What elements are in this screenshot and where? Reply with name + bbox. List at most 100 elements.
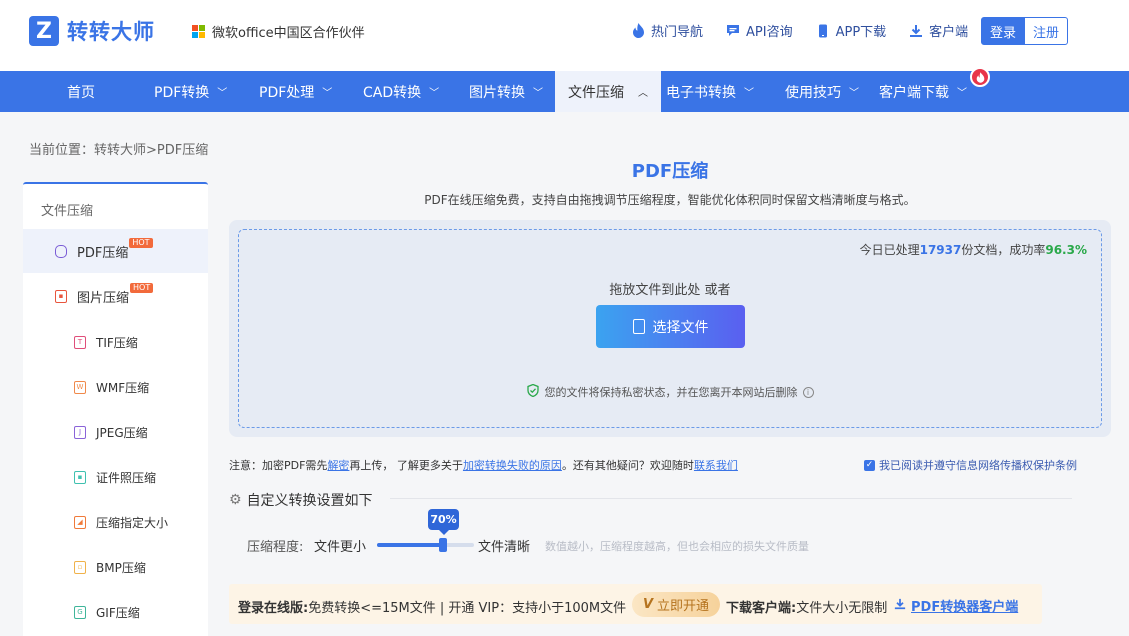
nav-item-image-convert[interactable]: 图片转换 ﹀ — [469, 71, 543, 112]
wmf-file-icon: W — [74, 380, 86, 394]
chevron-down-icon: ﹀ — [744, 88, 754, 99]
toplink-app[interactable]: APP下载 — [815, 21, 887, 40]
nav-item-cad-convert[interactable]: CAD转换 ﹀ — [363, 71, 439, 112]
nav-item-home[interactable]: 首页 — [67, 71, 95, 112]
nav-label: CAD转换 — [363, 84, 422, 101]
sidebar-item-label: 证件照压缩 — [96, 470, 157, 485]
open-vip-label: 立即开通 — [657, 599, 710, 614]
bmp-file-icon: ▫ — [74, 560, 86, 574]
top-links: 热门导航 API咨询 APP下载 客户端 — [630, 21, 990, 40]
sidebar-item-gif-compress[interactable]: G GIF压缩 — [23, 590, 208, 634]
sidebar-item-label: TIF压缩 — [96, 335, 138, 350]
upload-panel: 今日已处理17937份文档，成功率96.3% 拖放文件到此处 或者 选择文件 您… — [229, 220, 1111, 437]
client-download-link[interactable]: PDF转换器客户端 — [894, 596, 1018, 615]
drop-zone[interactable]: 今日已处理17937份文档，成功率96.3% 拖放文件到此处 或者 选择文件 您… — [238, 229, 1102, 428]
sidebar-item-size-compress[interactable]: ◢ 压缩指定大小 — [23, 500, 208, 544]
sidebar-title: 文件压缩 — [41, 204, 94, 219]
sidebar-item-wmf-compress[interactable]: W WMF压缩 — [23, 365, 208, 409]
choose-file-button[interactable]: 选择文件 — [596, 305, 745, 348]
slider-handle[interactable] — [439, 538, 447, 552]
logo-mark: Z — [29, 16, 59, 46]
notice-part: 。还有其他疑问？欢迎随时 — [561, 459, 694, 472]
slider-fill — [377, 543, 445, 547]
nav-item-client-download[interactable]: 客户端下载 ﹀ — [879, 71, 967, 112]
flame-icon — [970, 67, 990, 87]
tif-file-icon: T — [74, 335, 86, 349]
chevron-down-icon: ﹀ — [957, 88, 967, 99]
toplink-label: APP下载 — [835, 25, 887, 40]
download-icon — [894, 598, 906, 613]
toplink-api[interactable]: API咨询 — [725, 21, 793, 40]
agree-text: 我已阅读并遵守信息网络传播权保护条例 — [879, 459, 1077, 472]
compression-slider[interactable] — [377, 543, 474, 547]
sidebar-item-label: 压缩指定大小 — [96, 515, 169, 530]
page-title: PDF压缩 — [631, 161, 709, 182]
nav-label: 首页 — [67, 84, 95, 101]
sidebar-item-label: WMF压缩 — [96, 380, 150, 395]
sidebar-item-jpeg-compress[interactable]: J JPEG压缩 — [23, 410, 208, 454]
chevron-down-icon: ﹀ — [849, 88, 859, 99]
partner-text: 微软office中国区合作伙伴 — [212, 26, 365, 41]
toplink-client[interactable]: 客户端 — [908, 21, 968, 40]
nav-item-tips[interactable]: 使用技巧 ﹀ — [785, 71, 859, 112]
sidebar-item-bmp-compress[interactable]: ▫ BMP压缩 — [23, 545, 208, 589]
contact-us-link[interactable]: 联系我们 — [694, 459, 738, 472]
nav-label: PDF处理 — [259, 84, 315, 101]
sidebar-item-image-compress[interactable]: ▪ 图片压缩 HOT — [23, 274, 208, 318]
notice-part: 注意：加密PDF需先 — [229, 459, 328, 472]
pdf-icon — [55, 244, 67, 258]
phone-icon — [815, 23, 831, 39]
decrypt-link[interactable]: 解密 — [327, 459, 349, 472]
breadcrumb: 当前位置：转转大师>PDF压缩 — [29, 143, 209, 158]
slider-value-tooltip: 70% — [428, 509, 459, 535]
gear-icon: ⚙ — [229, 492, 242, 508]
stats-middle: 份文档，成功率 — [961, 243, 1046, 257]
toplink-label: 热门导航 — [651, 25, 704, 40]
logo-text: 转转大师 — [67, 20, 155, 44]
nav-label: 文件压缩 — [568, 84, 624, 101]
promo-bar: 登录在线版:免费转换<=15M文件 | 开通 VIP：支持小于100M文件 V … — [229, 584, 1042, 624]
toplink-hot-nav[interactable]: 热门导航 — [630, 21, 703, 40]
promo-online-label: 登录在线版: — [238, 601, 309, 616]
nav-label: 电子书转换 — [666, 84, 736, 101]
login-button[interactable]: 登录 — [981, 17, 1025, 45]
hot-badge: HOT — [130, 283, 154, 293]
encrypt-fail-link[interactable]: 加密转换失败的原因 — [463, 459, 562, 472]
site-logo[interactable]: Z 转转大师 — [29, 16, 155, 46]
client-download-label: PDF转换器客户端 — [911, 600, 1019, 615]
sidebar-item-label: JPEG压缩 — [96, 425, 148, 440]
sidebar-item-label: PDF压缩 — [77, 245, 129, 261]
nav-item-pdf-process[interactable]: PDF处理 ﹀ — [259, 71, 332, 112]
nav-label: 客户端下载 — [879, 84, 949, 101]
sidebar-item-pdf-compress[interactable]: PDF压缩 HOT — [23, 229, 208, 273]
promo-client: 下载客户端:文件大小无限制 — [726, 597, 887, 616]
sidebar-item-id-photo-compress[interactable]: ▪ 证件照压缩 — [23, 455, 208, 499]
nav-label: 使用技巧 — [785, 84, 841, 101]
info-icon[interactable]: i — [802, 386, 814, 398]
compression-tip: 数值越小，压缩程度越高，但也会相应的损失文件质量 — [545, 540, 809, 553]
register-button[interactable]: 注册 — [1024, 17, 1068, 45]
sidebar-item-tif-compress[interactable]: T TIF压缩 — [23, 320, 208, 364]
promo-online-text: 免费转换<=15M文件 | 开通 VIP：支持小于100M文件 — [308, 601, 627, 616]
sidebar-item-label: GIF压缩 — [96, 605, 140, 620]
nav-item-pdf-convert[interactable]: PDF转换 ﹀ — [154, 71, 227, 112]
sidebar: 文件压缩 PDF压缩 HOT ▪ 图片压缩 HOT T TIF压缩 W WMF压… — [23, 182, 208, 636]
top-header: Z 转转大师 微软office中国区合作伙伴 热门导航 API咨询 APP下载 — [0, 0, 1129, 71]
settings-title-text: 自定义转换设置如下 — [246, 493, 373, 509]
privacy-text: 您的文件将保持私密状态，并在您离开本网站后删除 — [544, 386, 798, 399]
choose-file-label: 选择文件 — [652, 319, 709, 336]
nav-item-file-compress[interactable]: 文件压缩 ︿ — [555, 71, 661, 112]
processing-stats: 今日已处理17937份文档，成功率96.3% — [860, 241, 1087, 258]
sidebar-item-label: BMP压缩 — [96, 560, 146, 575]
id-photo-icon: ▪ — [74, 470, 86, 484]
agree-checkbox[interactable]: ✓ 我已阅读并遵守信息网络传播权保护条例 — [864, 457, 1077, 473]
jpeg-file-icon: J — [74, 425, 86, 439]
open-vip-button[interactable]: V 立即开通 — [632, 592, 720, 617]
toplink-label: API咨询 — [746, 25, 793, 40]
hot-badge: HOT — [129, 238, 153, 248]
stats-count: 17937 — [919, 243, 962, 257]
file-add-icon — [632, 319, 645, 334]
nav-item-ebook-convert[interactable]: 电子书转换 ﹀ — [666, 71, 754, 112]
main-nav: 首页 PDF转换 ﹀ PDF处理 ﹀ CAD转换 ﹀ 图片转换 ﹀ 文件压缩 ︿ 电子书转… — [0, 71, 1129, 112]
settings-title: ⚙ 自定义转换设置如下 — [229, 490, 373, 510]
